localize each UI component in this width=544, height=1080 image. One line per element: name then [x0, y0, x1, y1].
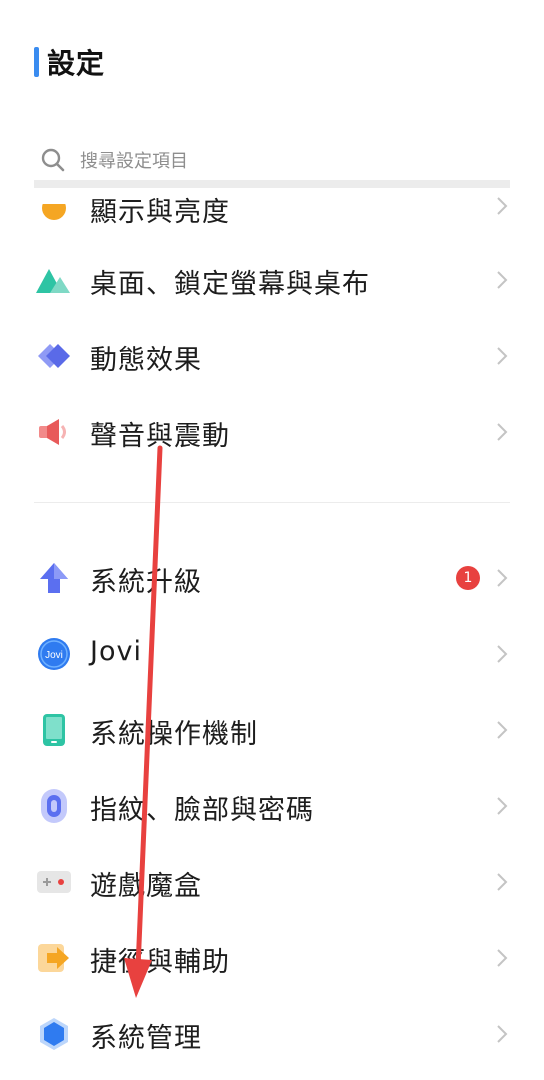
settings-item-system-navigation[interactable]: 系統操作機制 — [0, 692, 544, 768]
shortcut-icon — [36, 940, 72, 976]
animation-icon — [36, 338, 72, 374]
settings-item-system-management[interactable]: 系統管理 — [0, 996, 544, 1072]
settings-item-game-box[interactable]: 遊戲魔盒 — [0, 844, 544, 920]
settings-item-label: 指紋、臉部與密碼 — [90, 795, 314, 826]
chevron-right-icon — [497, 797, 508, 815]
settings-item-shortcuts[interactable]: 捷徑與輔助 — [0, 920, 544, 996]
settings-item-label: 桌面、鎖定螢幕與桌布 — [90, 269, 370, 300]
sound-icon — [36, 414, 72, 450]
settings-item-label: 遊戲魔盒 — [90, 871, 202, 902]
settings-item-label: 顯示與亮度 — [90, 197, 230, 228]
chevron-right-icon — [497, 569, 508, 587]
fingerprint-icon — [36, 788, 72, 824]
header-accent-bar — [34, 47, 39, 77]
section-divider — [34, 502, 510, 503]
chevron-right-icon — [497, 197, 508, 215]
wallpaper-icon — [36, 262, 72, 298]
phone-icon — [36, 712, 72, 748]
settings-item-label: Jovi — [90, 636, 142, 667]
jovi-icon-text: Jovi — [45, 650, 63, 661]
settings-item-animation[interactable]: 動態效果 — [0, 318, 544, 394]
settings-item-sound[interactable]: 聲音與震動 — [0, 394, 544, 470]
settings-item-display[interactable]: 顯示與亮度 — [0, 166, 544, 242]
settings-item-label: 捷徑與輔助 — [90, 947, 230, 978]
settings-item-system-upgrade[interactable]: 系統升級 1 — [0, 540, 544, 616]
chevron-right-icon — [497, 873, 508, 891]
display-icon — [36, 190, 72, 226]
page-title: 設定 — [47, 47, 106, 80]
chevron-right-icon — [497, 347, 508, 365]
upgrade-icon — [36, 560, 72, 596]
chevron-right-icon — [497, 423, 508, 441]
settings-item-label: 聲音與震動 — [90, 421, 230, 452]
chevron-right-icon — [497, 721, 508, 739]
page-header: 設定 — [34, 44, 105, 80]
settings-item-label: 系統管理 — [90, 1023, 202, 1054]
chevron-right-icon — [497, 949, 508, 967]
game-icon — [36, 864, 72, 900]
chevron-right-icon — [497, 1025, 508, 1043]
settings-item-fingerprint[interactable]: 指紋、臉部與密碼 — [0, 768, 544, 844]
chevron-right-icon — [497, 645, 508, 663]
chevron-right-icon — [497, 271, 508, 289]
notification-badge: 1 — [456, 566, 480, 590]
settings-item-label: 系統升級 — [90, 567, 202, 598]
system-management-icon — [36, 1016, 72, 1052]
settings-item-jovi[interactable]: Jovi Jovi — [0, 616, 544, 692]
settings-item-wallpaper[interactable]: 桌面、鎖定螢幕與桌布 — [0, 242, 544, 318]
settings-item-label: 動態效果 — [90, 345, 202, 376]
jovi-icon: Jovi — [36, 636, 72, 672]
settings-item-label: 系統操作機制 — [90, 719, 258, 750]
